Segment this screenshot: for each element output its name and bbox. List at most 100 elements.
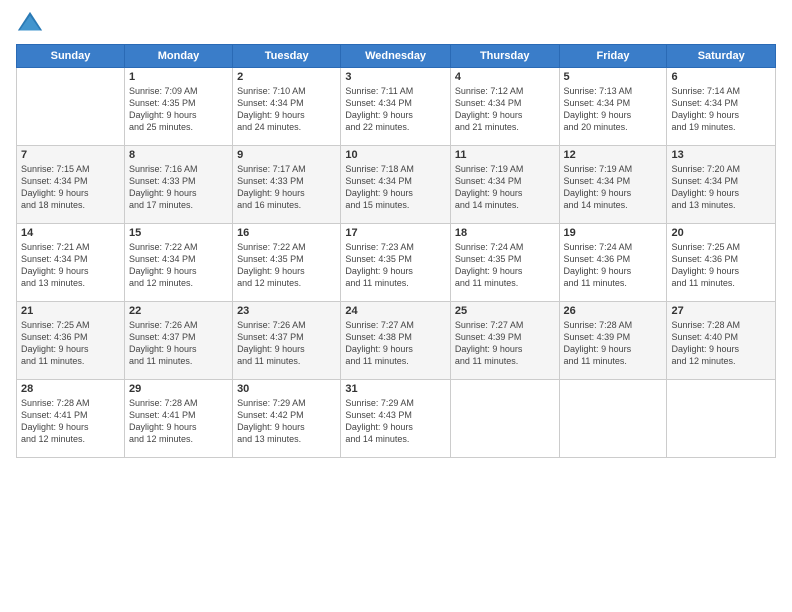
calendar-cell: 8 Sunrise: 7:16 AM Sunset: 4:33 PM Daylig… (124, 146, 232, 224)
day-info: Sunrise: 7:09 AM Sunset: 4:35 PM Dayligh… (129, 85, 228, 134)
day-number: 29 (129, 383, 228, 395)
day-number: 19 (564, 227, 663, 239)
calendar-header-wednesday: Wednesday (341, 45, 451, 68)
day-number: 22 (129, 305, 228, 317)
calendar-cell: 16 Sunrise: 7:22 AM Sunset: 4:35 PM Dayli… (233, 224, 341, 302)
day-info: Sunrise: 7:23 AM Sunset: 4:35 PM Dayligh… (345, 241, 446, 290)
day-info: Sunrise: 7:22 AM Sunset: 4:34 PM Dayligh… (129, 241, 228, 290)
day-info: Sunrise: 7:18 AM Sunset: 4:34 PM Dayligh… (345, 163, 446, 212)
calendar-cell: 21Sunrise: 7:25 AM Sunset: 4:36 PM Dayli… (17, 302, 125, 380)
day-info: Sunrise: 7:28 AM Sunset: 4:41 PM Dayligh… (21, 397, 120, 446)
day-number: 6 (671, 71, 771, 83)
day-number: 26 (564, 305, 663, 317)
calendar-table: SundayMondayTuesdayWednesdayThursdayFrid… (16, 44, 776, 458)
calendar-cell: 18 Sunrise: 7:24 AM Sunset: 4:35 PM Dayli… (450, 224, 559, 302)
day-info: Sunrise: 7:12 AM Sunset: 4:34 PM Dayligh… (455, 85, 555, 134)
calendar-cell: 5 Sunrise: 7:13 AM Sunset: 4:34 PM Daylig… (559, 68, 667, 146)
calendar-header-friday: Friday (559, 45, 667, 68)
calendar-week-3: 14Sunrise: 7:21 AM Sunset: 4:34 PM Dayli… (17, 224, 776, 302)
calendar-cell: 26 Sunrise: 7:28 AM Sunset: 4:39 PM Dayli… (559, 302, 667, 380)
day-number: 4 (455, 71, 555, 83)
calendar-cell: 29Sunrise: 7:28 AM Sunset: 4:41 PM Dayli… (124, 380, 232, 458)
day-info: Sunrise: 7:21 AM Sunset: 4:34 PM Dayligh… (21, 241, 120, 290)
day-info: Sunrise: 7:27 AM Sunset: 4:39 PM Dayligh… (455, 319, 555, 368)
calendar-cell: 10 Sunrise: 7:18 AM Sunset: 4:34 PM Dayli… (341, 146, 451, 224)
calendar-cell: 27 Sunrise: 7:28 AM Sunset: 4:40 PM Dayli… (667, 302, 776, 380)
day-info: Sunrise: 7:16 AM Sunset: 4:33 PM Dayligh… (129, 163, 228, 212)
day-number: 16 (237, 227, 336, 239)
day-info: Sunrise: 7:27 AM Sunset: 4:38 PM Dayligh… (345, 319, 446, 368)
day-number: 23 (237, 305, 336, 317)
calendar-header-saturday: Saturday (667, 45, 776, 68)
day-info: Sunrise: 7:26 AM Sunset: 4:37 PM Dayligh… (129, 319, 228, 368)
day-number: 12 (564, 149, 663, 161)
day-info: Sunrise: 7:28 AM Sunset: 4:39 PM Dayligh… (564, 319, 663, 368)
logo-icon (16, 10, 44, 38)
calendar-cell (17, 68, 125, 146)
logo (16, 10, 48, 38)
calendar-cell (450, 380, 559, 458)
calendar-cell: 7 Sunrise: 7:15 AM Sunset: 4:34 PM Daylig… (17, 146, 125, 224)
day-info: Sunrise: 7:10 AM Sunset: 4:34 PM Dayligh… (237, 85, 336, 134)
calendar-header-tuesday: Tuesday (233, 45, 341, 68)
day-number: 7 (21, 149, 120, 161)
day-number: 27 (671, 305, 771, 317)
day-number: 24 (345, 305, 446, 317)
calendar-cell: 2 Sunrise: 7:10 AM Sunset: 4:34 PM Daylig… (233, 68, 341, 146)
day-info: Sunrise: 7:24 AM Sunset: 4:35 PM Dayligh… (455, 241, 555, 290)
day-info: Sunrise: 7:25 AM Sunset: 4:36 PM Dayligh… (21, 319, 120, 368)
day-number: 18 (455, 227, 555, 239)
calendar-cell: 9 Sunrise: 7:17 AM Sunset: 4:33 PM Daylig… (233, 146, 341, 224)
calendar-cell: 14Sunrise: 7:21 AM Sunset: 4:34 PM Dayli… (17, 224, 125, 302)
day-info: Sunrise: 7:13 AM Sunset: 4:34 PM Dayligh… (564, 85, 663, 134)
day-info: Sunrise: 7:19 AM Sunset: 4:34 PM Dayligh… (564, 163, 663, 212)
day-info: Sunrise: 7:15 AM Sunset: 4:34 PM Dayligh… (21, 163, 120, 212)
calendar-cell: 25 Sunrise: 7:27 AM Sunset: 4:39 PM Dayli… (450, 302, 559, 380)
calendar-cell: 13 Sunrise: 7:20 AM Sunset: 4:34 PM Dayli… (667, 146, 776, 224)
day-number: 10 (345, 149, 446, 161)
calendar-header-thursday: Thursday (450, 45, 559, 68)
day-number: 15 (129, 227, 228, 239)
day-number: 20 (671, 227, 771, 239)
calendar-week-4: 21Sunrise: 7:25 AM Sunset: 4:36 PM Dayli… (17, 302, 776, 380)
day-info: Sunrise: 7:19 AM Sunset: 4:34 PM Dayligh… (455, 163, 555, 212)
day-number: 11 (455, 149, 555, 161)
day-info: Sunrise: 7:20 AM Sunset: 4:34 PM Dayligh… (671, 163, 771, 212)
calendar-cell: 4 Sunrise: 7:12 AM Sunset: 4:34 PM Daylig… (450, 68, 559, 146)
calendar-header-sunday: Sunday (17, 45, 125, 68)
calendar-week-1: 1 Sunrise: 7:09 AM Sunset: 4:35 PM Daylig… (17, 68, 776, 146)
calendar-cell: 12 Sunrise: 7:19 AM Sunset: 4:34 PM Dayli… (559, 146, 667, 224)
day-info: Sunrise: 7:28 AM Sunset: 4:40 PM Dayligh… (671, 319, 771, 368)
day-number: 31 (345, 383, 446, 395)
calendar-cell: 19Sunrise: 7:24 AM Sunset: 4:36 PM Dayli… (559, 224, 667, 302)
day-number: 3 (345, 71, 446, 83)
day-number: 9 (237, 149, 336, 161)
calendar-cell: 28Sunrise: 7:28 AM Sunset: 4:41 PM Dayli… (17, 380, 125, 458)
calendar-cell: 6 Sunrise: 7:14 AM Sunset: 4:34 PM Daylig… (667, 68, 776, 146)
day-number: 5 (564, 71, 663, 83)
day-info: Sunrise: 7:17 AM Sunset: 4:33 PM Dayligh… (237, 163, 336, 212)
calendar-cell (667, 380, 776, 458)
calendar-cell: 17Sunrise: 7:23 AM Sunset: 4:35 PM Dayli… (341, 224, 451, 302)
calendar-cell: 20 Sunrise: 7:25 AM Sunset: 4:36 PM Dayli… (667, 224, 776, 302)
day-info: Sunrise: 7:25 AM Sunset: 4:36 PM Dayligh… (671, 241, 771, 290)
header (16, 10, 776, 38)
day-number: 2 (237, 71, 336, 83)
day-info: Sunrise: 7:22 AM Sunset: 4:35 PM Dayligh… (237, 241, 336, 290)
day-number: 8 (129, 149, 228, 161)
page: SundayMondayTuesdayWednesdayThursdayFrid… (0, 0, 792, 612)
day-number: 13 (671, 149, 771, 161)
day-number: 25 (455, 305, 555, 317)
day-info: Sunrise: 7:14 AM Sunset: 4:34 PM Dayligh… (671, 85, 771, 134)
calendar-cell: 24 Sunrise: 7:27 AM Sunset: 4:38 PM Dayli… (341, 302, 451, 380)
calendar-cell: 3Sunrise: 7:11 AM Sunset: 4:34 PM Daylig… (341, 68, 451, 146)
day-info: Sunrise: 7:29 AM Sunset: 4:42 PM Dayligh… (237, 397, 336, 446)
day-info: Sunrise: 7:26 AM Sunset: 4:37 PM Dayligh… (237, 319, 336, 368)
calendar-week-5: 28Sunrise: 7:28 AM Sunset: 4:41 PM Dayli… (17, 380, 776, 458)
calendar-cell: 31 Sunrise: 7:29 AM Sunset: 4:43 PM Dayli… (341, 380, 451, 458)
day-info: Sunrise: 7:29 AM Sunset: 4:43 PM Dayligh… (345, 397, 446, 446)
calendar-cell: 30Sunrise: 7:29 AM Sunset: 4:42 PM Dayli… (233, 380, 341, 458)
calendar-header-row: SundayMondayTuesdayWednesdayThursdayFrid… (17, 45, 776, 68)
calendar-cell (559, 380, 667, 458)
day-number: 1 (129, 71, 228, 83)
